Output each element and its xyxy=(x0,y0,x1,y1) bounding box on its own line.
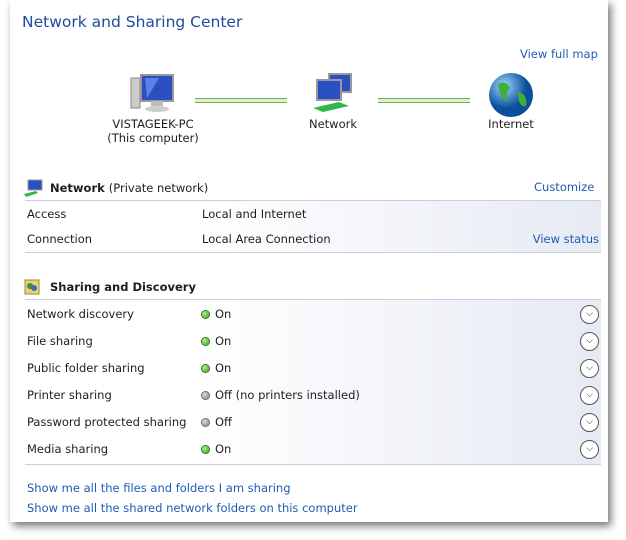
expand-chevron-icon[interactable]: ⌵ xyxy=(580,305,599,324)
setting-label: Media sharing xyxy=(27,442,109,456)
sharing-title: Sharing and Discovery xyxy=(50,280,196,294)
customize-link[interactable]: Customize xyxy=(534,180,594,194)
view-full-map-link[interactable]: View full map xyxy=(520,47,598,61)
setting-label: Network discovery xyxy=(27,307,134,321)
sharing-settings: Network discovery On ⌵ File sharing On ⌵ P… xyxy=(25,299,601,465)
setting-status: Off xyxy=(202,410,232,435)
status-dot-icon xyxy=(202,392,209,399)
setting-status: On xyxy=(202,437,231,462)
status-dot-icon xyxy=(202,365,209,372)
show-shared-files-link[interactable]: Show me all the files and folders I am s… xyxy=(27,481,291,495)
internet-label: Internet xyxy=(488,117,534,131)
status-dot-icon xyxy=(202,446,209,453)
sharing-row: File sharing On ⌵ xyxy=(27,329,599,354)
sharing-row: Public folder sharing On ⌵ xyxy=(27,356,599,381)
status-text: On xyxy=(215,361,232,375)
computer-icon xyxy=(130,74,174,112)
setting-status: On xyxy=(202,329,231,354)
expand-chevron-icon[interactable]: ⌵ xyxy=(580,413,599,432)
sharing-row: Network discovery On ⌵ xyxy=(27,302,599,327)
network-section-header: Network (Private network) xyxy=(24,179,208,197)
row-label: Access xyxy=(27,207,67,221)
sharing-row: Printer sharing Off (no printers install… xyxy=(27,383,599,408)
status-dot-icon xyxy=(202,338,209,345)
globe-icon xyxy=(489,73,533,117)
computer-name: VISTAGEEK-PC xyxy=(112,117,194,131)
page-title: Network and Sharing Center xyxy=(22,13,243,31)
setting-label: Printer sharing xyxy=(27,388,112,402)
network-sharing-center-window: Network and Sharing Center View full map… xyxy=(10,0,608,522)
computer-subtitle: (This computer) xyxy=(107,131,199,145)
status-text: Off (no printers installed) xyxy=(215,388,360,402)
access-row: Access Local and Internet xyxy=(27,202,599,227)
network-icon xyxy=(24,179,43,197)
status-text: On xyxy=(215,442,232,456)
map-node-network[interactable]: Network xyxy=(278,72,388,131)
row-value: Local Area Connection xyxy=(202,232,331,246)
map-node-computer[interactable]: VISTAGEEK-PC (This computer) xyxy=(98,72,208,145)
network-icon xyxy=(313,73,352,112)
network-type: (Private network) xyxy=(108,181,209,195)
expand-chevron-icon[interactable]: ⌵ xyxy=(580,440,599,459)
status-text: On xyxy=(215,334,232,348)
status-text: Off xyxy=(215,415,232,429)
network-label: Network xyxy=(308,117,358,131)
row-value: Local and Internet xyxy=(202,207,307,221)
network-details: Access Local and Internet Connection Loc… xyxy=(25,200,601,253)
connection-line xyxy=(195,98,287,103)
status-dot-icon xyxy=(202,311,209,318)
view-status-link[interactable]: View status xyxy=(533,227,599,252)
sharing-row: Media sharing On ⌵ xyxy=(27,437,599,462)
sharing-icon xyxy=(24,279,40,295)
show-shared-folders-link[interactable]: Show me all the shared network folders o… xyxy=(27,501,358,515)
expand-chevron-icon[interactable]: ⌵ xyxy=(580,386,599,405)
setting-status: Off (no printers installed) xyxy=(202,383,360,408)
setting-label: Public folder sharing xyxy=(27,361,145,375)
setting-status: On xyxy=(202,302,231,327)
map-node-internet[interactable]: Internet xyxy=(456,72,566,131)
setting-label: Password protected sharing xyxy=(27,415,187,429)
expand-chevron-icon[interactable]: ⌵ xyxy=(580,359,599,378)
status-text: On xyxy=(215,307,232,321)
sharing-row: Password protected sharing Off ⌵ xyxy=(27,410,599,435)
row-label: Connection xyxy=(27,232,93,246)
connection-row: Connection Local Area Connection View st… xyxy=(27,227,599,252)
setting-status: On xyxy=(202,356,231,381)
setting-label: File sharing xyxy=(27,334,93,348)
expand-chevron-icon[interactable]: ⌵ xyxy=(580,332,599,351)
sharing-section-header: Sharing and Discovery xyxy=(24,279,196,295)
network-name: Network xyxy=(50,181,105,195)
status-dot-icon xyxy=(202,419,209,426)
